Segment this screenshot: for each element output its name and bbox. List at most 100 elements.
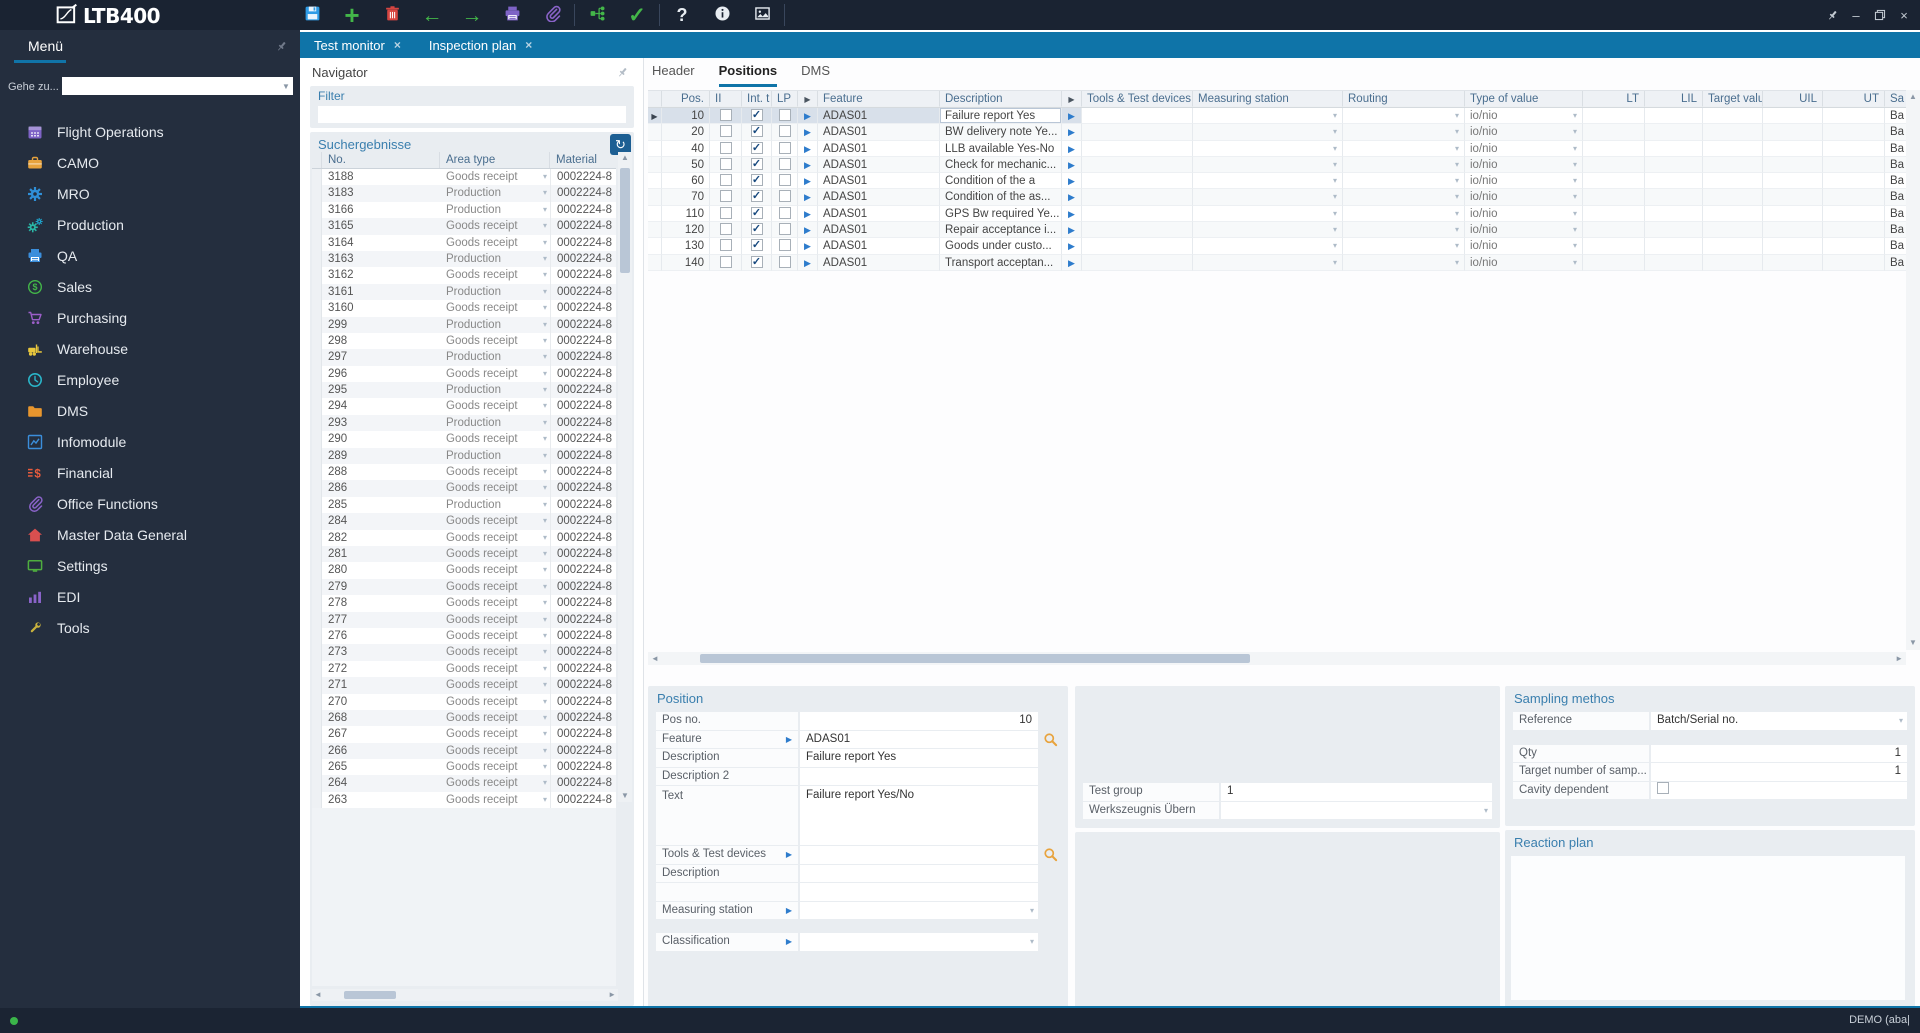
search-result-row[interactable]: 289 Production ▾ 0002224-8 <box>312 447 616 465</box>
save-button[interactable] <box>292 0 332 30</box>
field-value-text[interactable]: Failure report Yes/No <box>800 786 1038 845</box>
search-result-row[interactable]: 3183 Production ▾ 0002224-8 <box>312 185 616 202</box>
expand-row-icon[interactable]: ▶ <box>798 254 818 271</box>
expand-row-icon[interactable]: ▶ <box>798 108 818 125</box>
measuring-station-cell[interactable]: ▾ <box>1193 124 1343 141</box>
checkbox[interactable] <box>778 255 791 268</box>
field-value-blank[interactable] <box>800 883 1038 901</box>
result-area-type[interactable]: Goods receipt ▾ <box>440 710 550 726</box>
results-horizontal-scrollbar[interactable]: ◄ ► <box>312 989 618 1001</box>
routing-cell[interactable]: ▾ <box>1343 222 1465 239</box>
checkbox[interactable] <box>778 174 791 187</box>
tools-test-devices-cell[interactable] <box>1082 140 1193 157</box>
checkbox[interactable] <box>719 206 732 219</box>
result-area-type[interactable]: Goods receipt ▾ <box>440 464 550 480</box>
field-value-classification[interactable]: ▾ <box>800 933 1038 951</box>
routing-cell[interactable]: ▾ <box>1343 205 1465 223</box>
ii-checkbox-cell[interactable] <box>710 140 742 157</box>
search-result-row[interactable]: 279 Goods receipt ▾ 0002224-8 <box>312 578 616 596</box>
grid-row[interactable]: 40 ✓ ▶ ADAS01 LLB available Yes-No ▶ ▾ ▾ io/nio ▾… <box>648 140 1920 157</box>
field-value-test-group[interactable]: 1 <box>1221 783 1492 801</box>
field-value-cavity-dependent[interactable] <box>1651 781 1907 799</box>
chevron-down-icon[interactable]: ▾ <box>1030 933 1034 951</box>
search-result-row[interactable]: 3160 Goods receipt ▾ 0002224-8 <box>312 300 616 317</box>
expand-row-icon[interactable]: ▶ <box>798 222 818 239</box>
results-vertical-scrollbar[interactable]: ▲ ▼ <box>618 152 632 802</box>
search-result-row[interactable]: 3188 Goods receipt ▾ 0002224-8 <box>312 169 616 186</box>
grid-row[interactable]: 130 ✓ ▶ ADAS01 Goods under custo... ▶ ▾ ▾ io/nio… <box>648 238 1920 255</box>
measuring-station-cell[interactable]: ▾ <box>1193 254 1343 271</box>
sidebar-item-dms[interactable]: DMS <box>0 395 300 426</box>
description-cell[interactable]: Check for mechanic... <box>940 156 1062 174</box>
chevron-down-icon[interactable]: ▾ <box>1484 802 1488 820</box>
int-test-checkbox-cell[interactable]: ✓ <box>742 222 772 239</box>
search-result-row[interactable]: 293 Production ▾ 0002224-8 <box>312 414 616 432</box>
type-of-value-cell[interactable]: io/nio ▾ <box>1465 156 1583 174</box>
result-area-type[interactable]: Goods receipt ▾ <box>440 513 550 529</box>
sidebar-item-purchasing[interactable]: Purchasing <box>0 302 300 333</box>
tools-test-devices-cell[interactable] <box>1082 238 1193 255</box>
tools-test-devices-cell[interactable] <box>1082 189 1193 206</box>
goto-combobox[interactable]: ▼ <box>62 77 293 95</box>
field-value-tools-test-devices[interactable] <box>800 846 1038 864</box>
search-result-row[interactable]: 264 Goods receipt ▾ 0002224-8 <box>312 775 616 792</box>
field-value-target-number-of-samp[interactable]: 1 <box>1651 763 1907 781</box>
checkbox[interactable] <box>778 239 791 252</box>
link-arrow-icon[interactable]: ▶ <box>786 731 792 749</box>
field-value-pos-no[interactable]: 10 <box>800 712 1038 730</box>
pin-icon[interactable] <box>275 40 288 56</box>
result-area-type[interactable]: Production ▾ <box>440 251 550 267</box>
expand-row-icon[interactable]: ▶ <box>1062 205 1082 223</box>
ii-checkbox-cell[interactable] <box>710 108 742 125</box>
lp-checkbox-cell[interactable] <box>772 222 798 239</box>
grid-col-int-t[interactable]: Int. t <box>742 91 772 107</box>
search-result-row[interactable]: 294 Goods receipt ▾ 0002224-8 <box>312 398 616 415</box>
grid-row[interactable]: 50 ✓ ▶ ADAS01 Check for mechanic... ▶ ▾ ▾ io/nio… <box>648 156 1920 174</box>
expand-row-icon[interactable]: ▶ <box>1062 189 1082 206</box>
int-test-checkbox-cell[interactable]: ✓ <box>742 156 772 174</box>
measuring-station-cell[interactable]: ▾ <box>1193 108 1343 125</box>
search-result-row[interactable]: 286 Goods receipt ▾ 0002224-8 <box>312 480 616 497</box>
search-result-row[interactable]: 265 Goods receipt ▾ 0002224-8 <box>312 759 616 776</box>
tools-test-devices-cell[interactable] <box>1082 108 1193 125</box>
print-button[interactable] <box>492 0 532 30</box>
description-cell[interactable]: GPS Bw required Ye... <box>940 205 1062 223</box>
measuring-station-cell[interactable]: ▾ <box>1193 205 1343 223</box>
sidebar-item-infomodule[interactable]: Infomodule <box>0 426 300 457</box>
measuring-station-cell[interactable]: ▾ <box>1193 156 1343 174</box>
search-icon[interactable] <box>1040 731 1060 749</box>
checkbox[interactable] <box>719 157 732 170</box>
scroll-right-icon[interactable]: ► <box>1895 654 1903 664</box>
close-icon[interactable]: × <box>525 38 532 52</box>
link-arrow-icon[interactable]: ▶ <box>786 933 792 951</box>
result-area-type[interactable]: Goods receipt ▾ <box>440 398 550 414</box>
search-result-row[interactable]: 298 Goods receipt ▾ 0002224-8 <box>312 332 616 350</box>
search-result-row[interactable]: 288 Goods receipt ▾ 0002224-8 <box>312 464 616 481</box>
grid-col-type-of-value[interactable]: Type of value <box>1465 91 1583 107</box>
checkbox[interactable]: ✓ <box>750 174 763 187</box>
filter-input[interactable] <box>318 106 626 123</box>
sidebar-item-master-data-general[interactable]: Master Data General <box>0 519 300 550</box>
forward-button[interactable]: → <box>452 0 492 30</box>
tab-dms[interactable]: DMS <box>801 63 830 87</box>
field-value-description[interactable]: Failure report Yes <box>800 749 1038 767</box>
result-area-type[interactable]: Production ▾ <box>440 185 550 201</box>
checkbox[interactable] <box>719 125 732 138</box>
routing-cell[interactable]: ▾ <box>1343 189 1465 206</box>
result-area-type[interactable]: Goods receipt ▾ <box>440 628 550 644</box>
sidebar-item-production[interactable]: Production <box>0 209 300 240</box>
result-area-type[interactable]: Goods receipt ▾ <box>440 759 550 775</box>
expand-row-icon[interactable]: ▶ <box>798 238 818 255</box>
description-cell[interactable]: Repair acceptance i... <box>940 222 1062 239</box>
result-area-type[interactable]: Production ▾ <box>440 284 550 300</box>
link-arrow-icon[interactable]: ▶ <box>786 902 792 920</box>
checkbox[interactable] <box>778 108 791 121</box>
lp-checkbox-cell[interactable] <box>772 254 798 271</box>
checkbox[interactable]: ✓ <box>750 141 763 154</box>
scroll-down-icon[interactable]: ▼ <box>1909 638 1917 648</box>
search-result-row[interactable]: 280 Goods receipt ▾ 0002224-8 <box>312 562 616 579</box>
ii-checkbox-cell[interactable] <box>710 189 742 206</box>
search-result-row[interactable]: 299 Production ▾ 0002224-8 <box>312 316 616 333</box>
field-value-werkszeugnis-bern[interactable]: ▾ <box>1221 801 1492 820</box>
result-area-type[interactable]: Goods receipt ▾ <box>440 775 550 791</box>
